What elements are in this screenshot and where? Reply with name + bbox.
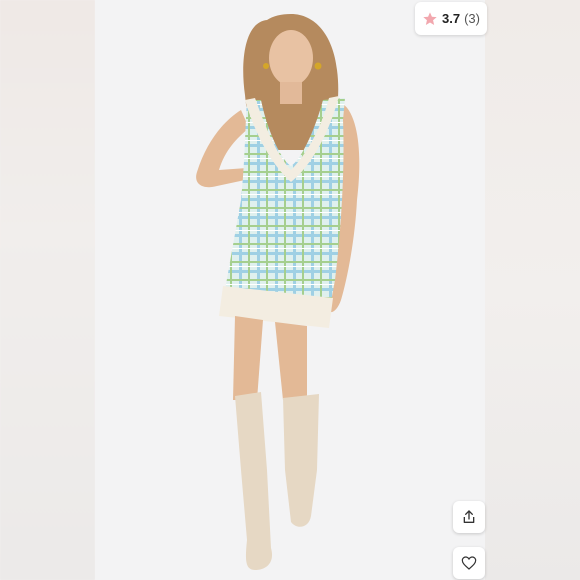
heart-icon	[461, 556, 477, 570]
like-button[interactable]	[453, 547, 485, 579]
blurred-backdrop-left	[0, 0, 95, 580]
product-listing-frame: 3.7 (3)	[0, 0, 580, 580]
star-icon	[423, 11, 437, 25]
rating-badge[interactable]: 3.7 (3)	[415, 2, 487, 35]
rating-count: (3)	[464, 11, 480, 26]
blurred-backdrop-right	[485, 0, 580, 580]
model-illustration	[196, 14, 360, 570]
share-icon	[463, 510, 475, 523]
product-photo[interactable]	[95, 0, 485, 580]
rating-value: 3.7	[442, 11, 461, 26]
share-button[interactable]	[453, 501, 485, 533]
